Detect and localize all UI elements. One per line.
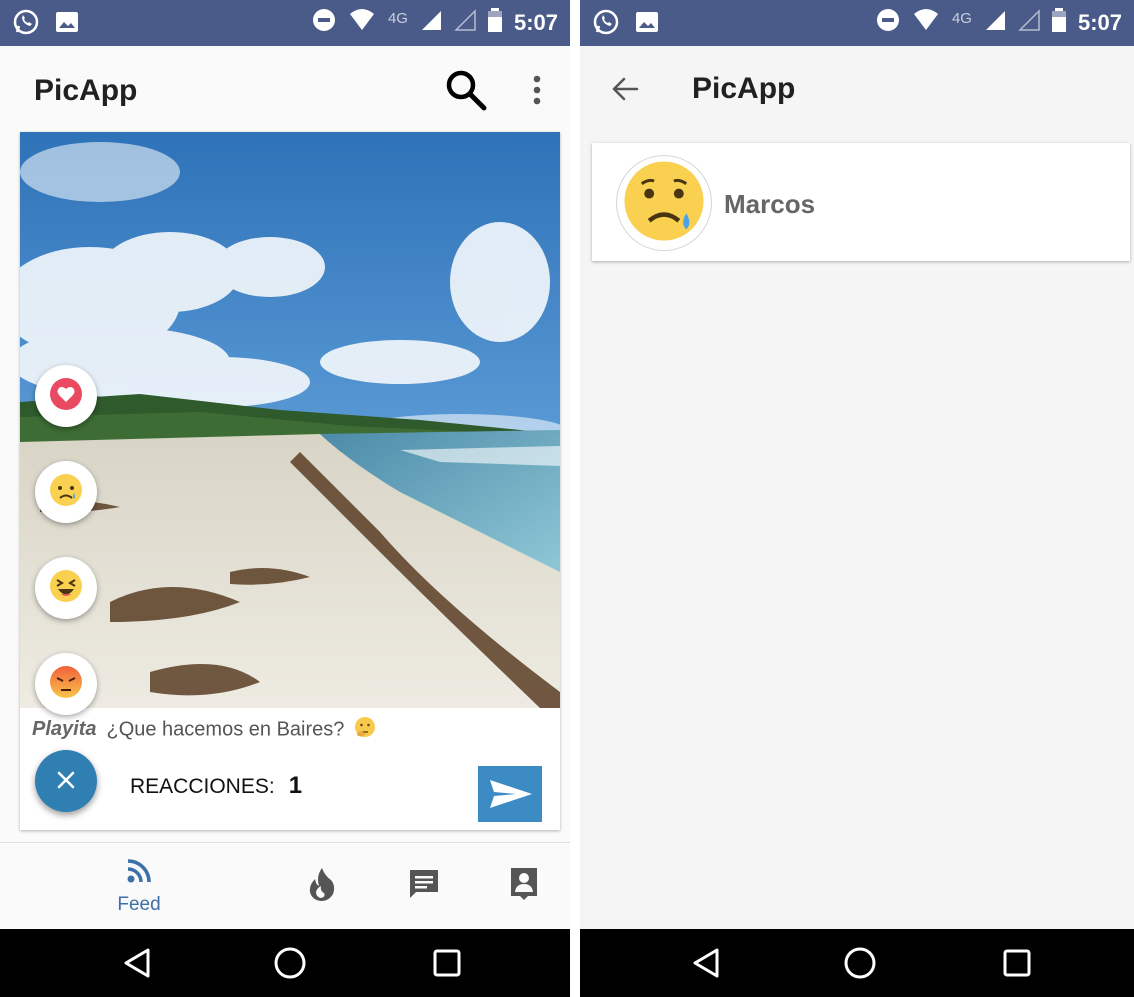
recents-nav-icon[interactable] — [997, 943, 1037, 983]
nav-feed[interactable]: Feed — [104, 843, 174, 929]
thinking-emoji-icon — [354, 716, 376, 744]
whatsapp-notification-icon — [592, 8, 620, 41]
avatar — [616, 155, 712, 251]
angry-emoji-icon — [49, 665, 83, 704]
signal-2-icon — [1018, 9, 1040, 37]
back-nav-icon[interactable] — [686, 943, 726, 983]
bottom-navigation: Feed — [0, 842, 570, 929]
app-title: PicApp — [692, 72, 796, 105]
back-arrow-icon[interactable] — [610, 74, 640, 109]
recents-nav-icon[interactable] — [427, 943, 467, 983]
reactions-count: 1 — [288, 772, 303, 799]
search-icon[interactable] — [444, 68, 488, 117]
contact-icon — [509, 866, 539, 907]
rss-feed-icon — [125, 857, 153, 890]
nav-messages[interactable] — [396, 843, 452, 929]
close-reactions-button[interactable] — [35, 750, 97, 812]
signal-icon — [420, 9, 442, 37]
wifi-icon — [348, 8, 376, 38]
post-author: Playita — [32, 718, 97, 741]
network-type: 4G — [387, 9, 408, 27]
do-not-disturb-icon — [876, 8, 900, 38]
post-card: Playita ¿Que hacemos en Baires? REACCIONE… — [20, 132, 560, 830]
reactions-summary: REACCIONES: 1 — [130, 772, 302, 800]
system-navigation-bar — [580, 929, 1134, 997]
back-nav-icon[interactable] — [117, 943, 157, 983]
do-not-disturb-icon — [312, 8, 336, 38]
app-title: PicApp — [34, 74, 138, 107]
post-photo[interactable] — [20, 132, 560, 708]
fire-icon — [307, 866, 337, 907]
user-name: Marcos — [724, 189, 816, 219]
nav-feed-label: Feed — [117, 893, 161, 915]
reaction-sad-button[interactable] — [35, 461, 97, 523]
reactions-detail-screen: 4G 5:07 PicApp Marcos — [580, 0, 1134, 997]
more-options-icon[interactable] — [530, 74, 544, 111]
home-nav-icon[interactable] — [840, 943, 880, 983]
nav-profile[interactable] — [496, 843, 552, 929]
app-toolbar: PicApp — [0, 46, 570, 132]
image-notification-icon — [634, 9, 660, 40]
sad-crying-emoji-icon — [622, 159, 706, 248]
clock: 5:07 — [513, 10, 558, 35]
whatsapp-notification-icon — [12, 8, 40, 41]
send-button[interactable] — [478, 766, 542, 822]
wifi-icon — [912, 8, 940, 38]
home-nav-icon[interactable] — [270, 943, 310, 983]
status-bar: 4G 5:07 — [580, 0, 1134, 46]
network-type: 4G — [951, 9, 972, 27]
send-icon — [478, 780, 542, 825]
system-navigation-bar — [0, 929, 570, 997]
signal-2-icon — [454, 9, 476, 37]
laughing-emoji-icon — [49, 569, 83, 608]
nav-trending[interactable] — [294, 843, 350, 929]
reaction-angry-button[interactable] — [35, 653, 97, 715]
battery-icon — [487, 8, 502, 38]
clock: 5:07 — [1077, 10, 1122, 35]
reactions-label: REACCIONES: — [130, 775, 275, 798]
heart-icon — [49, 377, 83, 416]
post-caption-text: ¿Que hacemos en Baires? — [106, 718, 345, 741]
battery-icon — [1051, 8, 1066, 38]
status-bar: 4G 5:07 — [0, 0, 570, 46]
post-caption: Playita ¿Que hacemos en Baires? — [32, 716, 376, 744]
chat-icon — [407, 867, 441, 906]
close-icon — [56, 765, 76, 797]
sad-crying-emoji-icon — [49, 473, 83, 512]
feed-screen: 4G 5:07 PicApp Playita ¿Que hacemos en B… — [0, 0, 570, 997]
image-notification-icon — [54, 9, 80, 40]
app-toolbar: PicApp — [580, 46, 1134, 132]
reaction-user-row[interactable]: Marcos — [592, 143, 1130, 261]
reaction-love-button[interactable] — [35, 365, 97, 427]
signal-icon — [984, 9, 1006, 37]
reaction-laugh-button[interactable] — [35, 557, 97, 619]
